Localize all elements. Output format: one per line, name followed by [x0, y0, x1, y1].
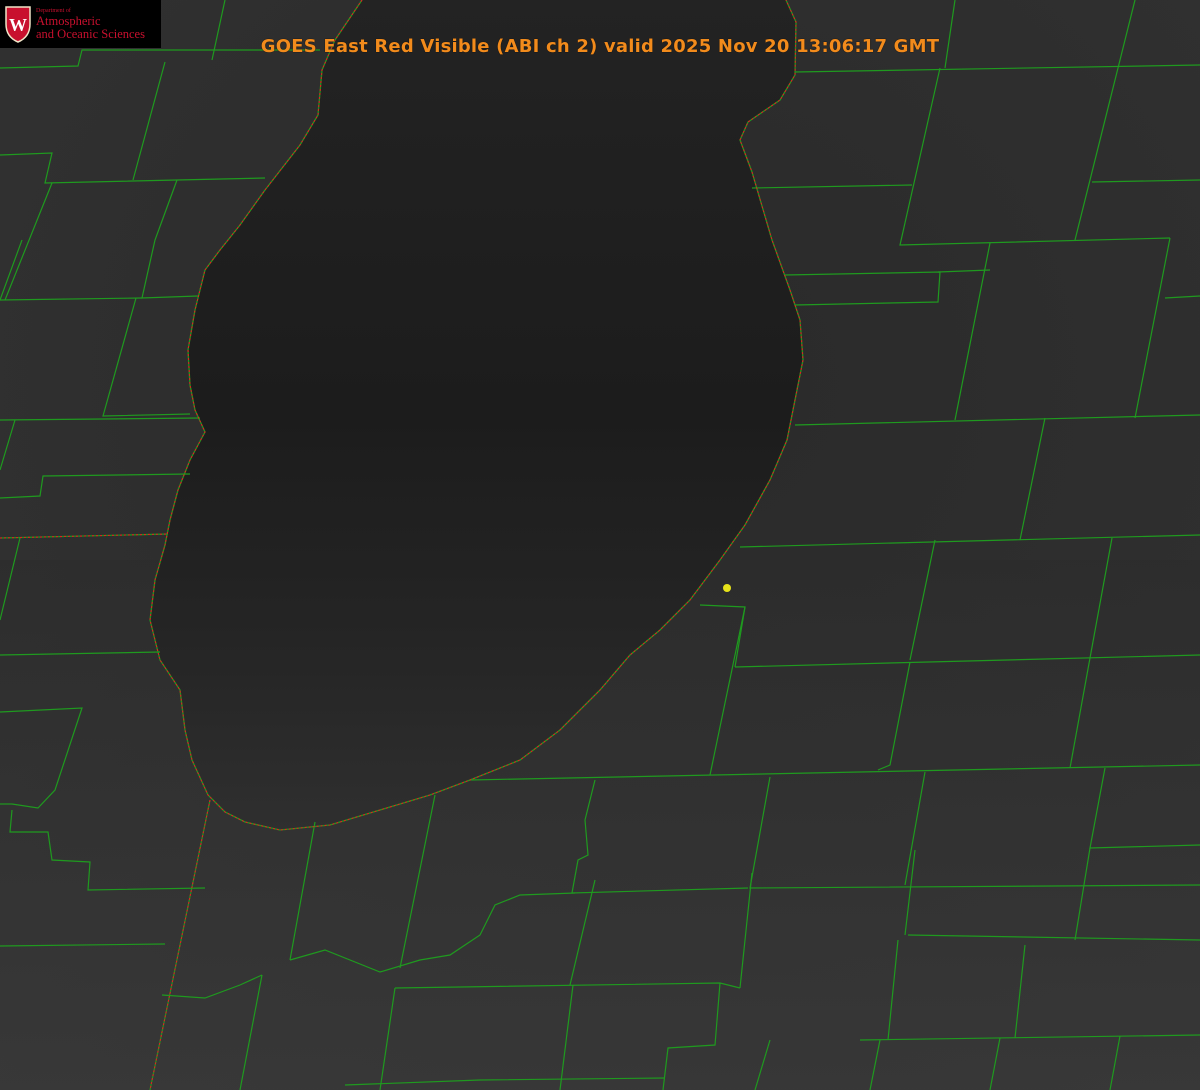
location-dot-icon: [723, 584, 731, 592]
image-title: GOES East Red Visible (ABI ch 2) valid 2…: [260, 36, 940, 57]
crest-letter: W: [9, 15, 27, 35]
satellite-map: [0, 0, 1200, 1090]
logo-line1: Atmospheric: [36, 14, 101, 28]
